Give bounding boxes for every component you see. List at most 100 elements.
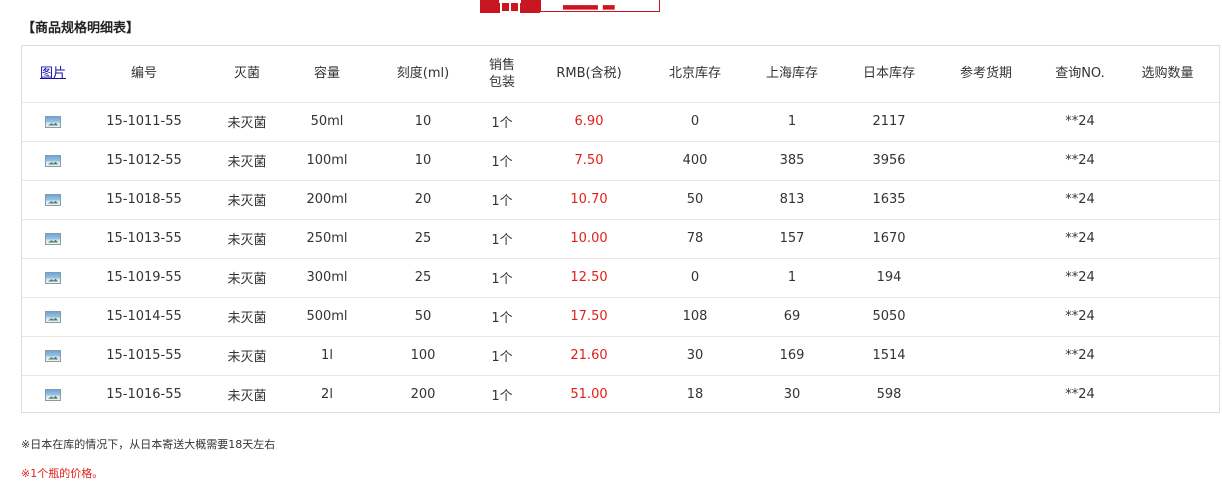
cell-code: 15-1018-55	[84, 180, 204, 220]
pack-header-line1: 销售	[488, 57, 515, 73]
price-note: ※1个瓶的价格。	[21, 467, 104, 480]
cell-stock-shanghai: 169	[734, 336, 850, 376]
product-thumbnail-icon[interactable]	[45, 115, 61, 128]
cell-stock-beijing: 400	[656, 141, 734, 181]
cell-image[interactable]	[22, 258, 84, 298]
cell-query-no: **24	[1044, 297, 1116, 337]
cell-quantity[interactable]	[1116, 180, 1219, 220]
cell-image[interactable]	[22, 297, 84, 337]
cell-quantity[interactable]	[1116, 141, 1219, 181]
product-thumbnail-icon[interactable]	[45, 232, 61, 245]
product-thumbnail-icon[interactable]	[45, 349, 61, 362]
cell-stock-beijing: 18	[686, 387, 704, 403]
cell-query-no: **24	[1044, 258, 1116, 298]
cell-quantity[interactable]	[1116, 219, 1219, 259]
cell-sterile: 未灭菌	[204, 102, 290, 142]
cell-query-no: **24	[1044, 180, 1116, 220]
cell-quantity[interactable]	[1116, 258, 1219, 298]
cell-image[interactable]	[22, 180, 84, 220]
cell-query-no: **24	[1044, 102, 1116, 142]
cell-image[interactable]	[22, 102, 84, 142]
product-thumbnail-icon[interactable]	[45, 154, 61, 167]
cell-stock-beijing: 0	[656, 102, 734, 142]
col-header-quantity: 选购数量	[1116, 46, 1219, 103]
cell-scale: 200	[410, 387, 436, 403]
cell-pack: 1个	[482, 297, 522, 337]
cell-stock-shanghai: 157	[734, 219, 850, 259]
col-header-price: RMB(含税)	[522, 46, 656, 103]
cell-code: 15-1012-55	[84, 141, 204, 181]
cell-capacity: 50ml	[290, 102, 364, 142]
cell-stock-japan: 1670	[850, 219, 928, 259]
cell-sterile: 未灭菌	[227, 389, 267, 405]
cell-image[interactable]	[22, 375, 84, 414]
cell-stock-japan: 1635	[850, 180, 928, 220]
cell-ref-delivery	[928, 375, 1044, 414]
col-header-stock-japan: 日本库存	[850, 46, 928, 103]
col-header-stock-beijing: 北京库存	[656, 46, 734, 103]
cell-code: 15-1011-55	[84, 102, 204, 142]
cell-price: 51.00	[570, 387, 608, 403]
cell-sterile: 未灭菌	[204, 258, 290, 298]
cell-scale: 100	[364, 336, 482, 376]
cell-pack: 1个	[482, 102, 522, 142]
table-row: 15-1013-55 未灭菌 250ml 25 1个 10.00 78 157 …	[22, 219, 1219, 259]
cell-pack: 1个	[482, 180, 522, 220]
cell-stock-japan: 1514	[850, 336, 928, 376]
cell-quantity[interactable]	[1116, 297, 1219, 337]
cell-image[interactable]	[22, 219, 84, 259]
cell-image[interactable]	[22, 141, 84, 181]
banner-label-cut: ▂▂▂ ▂	[563, 0, 615, 10]
cell-code: 15-1019-55	[84, 258, 204, 298]
cell-capacity: 300ml	[290, 258, 364, 298]
cell-query-no: **24	[1044, 141, 1116, 181]
cell-capacity: 1l	[290, 336, 364, 376]
image-header-link[interactable]: 图片	[40, 66, 66, 81]
cell-quantity[interactable]	[1116, 336, 1219, 376]
pack-header-line2: 包装	[488, 74, 515, 90]
cell-code: 15-1013-55	[84, 219, 204, 259]
cell-capacity: 100ml	[290, 141, 364, 181]
cell-stock-shanghai: 813	[734, 180, 850, 220]
cell-stock-beijing: 50	[656, 180, 734, 220]
cell-capacity: 250ml	[290, 219, 364, 259]
gift-box-icon	[499, 0, 521, 13]
section-title: 【商品规格明细表】	[22, 21, 140, 36]
cell-pack: 1个	[482, 336, 522, 376]
cell-price: 12.50	[522, 258, 656, 298]
col-header-stock-shanghai: 上海库存	[734, 46, 850, 103]
cell-stock-shanghai: 385	[734, 141, 850, 181]
cell-query-no: **24	[1065, 387, 1095, 403]
cell-price: 21.60	[522, 336, 656, 376]
table-row: 15-1015-55 未灭菌 1l 100 1个 21.60 30 169 15…	[22, 336, 1219, 376]
cell-ref-delivery	[928, 297, 1044, 337]
product-thumbnail-icon[interactable]	[45, 388, 61, 401]
col-header-ref-delivery: 参考货期	[928, 46, 1044, 103]
product-thumbnail-icon[interactable]	[45, 193, 61, 206]
cell-quantity[interactable]	[1116, 102, 1219, 142]
cell-stock-shanghai: 1	[734, 102, 850, 142]
cell-stock-japan: 598	[876, 387, 902, 403]
cell-ref-delivery	[928, 180, 1044, 220]
cell-stock-shanghai: 69	[734, 297, 850, 337]
cell-stock-beijing: 30	[656, 336, 734, 376]
cell-image[interactable]	[22, 336, 84, 376]
cell-ref-delivery	[928, 102, 1044, 142]
product-thumbnail-icon[interactable]	[45, 271, 61, 284]
cell-capacity: 500ml	[290, 297, 364, 337]
product-thumbnail-icon[interactable]	[45, 310, 61, 323]
col-header-image[interactable]: 图片	[22, 46, 84, 103]
cell-scale: 10	[364, 141, 482, 181]
cell-query-no: **24	[1044, 336, 1116, 376]
cell-scale: 10	[364, 102, 482, 142]
cell-stock-japan: 194	[850, 258, 928, 298]
spec-table: 图片 编号 灭菌 容量 刻度(ml) 销售 包装 RMB(含税) 北京库存 上海库…	[22, 46, 1219, 414]
cell-quantity[interactable]	[1116, 375, 1219, 414]
col-header-sterile: 灭菌	[204, 46, 290, 103]
cell-price: 17.50	[522, 297, 656, 337]
cell-sterile: 未灭菌	[204, 336, 290, 376]
cell-scale: 50	[364, 297, 482, 337]
cell-capacity: 200ml	[290, 180, 364, 220]
product-spec-page: ▂▂▂ ▂ 【商品规格明细表】 图片 编号 灭菌 容量 刻度(ml) 销售 包装…	[0, 0, 1222, 492]
cell-pack: 1个	[491, 389, 513, 405]
